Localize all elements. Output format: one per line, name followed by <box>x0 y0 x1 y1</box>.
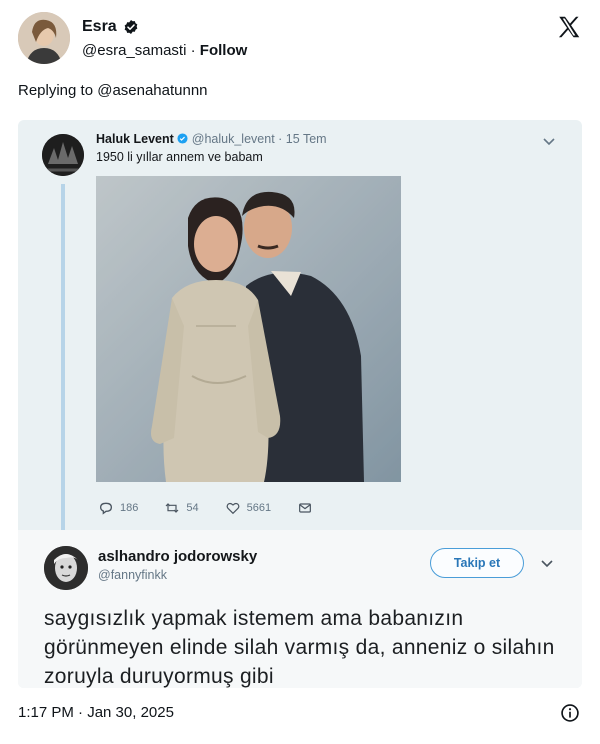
reply-author-handle: @fannyfinkk <box>98 568 167 582</box>
embedded-tweet-date: · 15 Tem <box>278 132 327 146</box>
reply-author-name: aslhandro jodorowsky <box>98 548 258 565</box>
message-action <box>297 500 313 516</box>
author-handle[interactable]: @esra_samasti <box>82 42 186 59</box>
reply-text: saygısızlık yapmak istemem ama babanızın… <box>44 607 555 688</box>
embedded-tweet-name: Haluk Levent <box>96 132 174 146</box>
embedded-screenshot: Haluk Levent @haluk_levent · 15 Tem 1950… <box>18 120 582 688</box>
author-handle-row: @esra_samasti · Follow <box>82 42 247 59</box>
embedded-tweet-actions: 186 54 5661 <box>98 500 339 516</box>
info-icon[interactable] <box>560 703 580 723</box>
embedded-tweet-handle: @haluk_levent <box>191 132 275 146</box>
chevron-down-icon <box>541 560 553 568</box>
follow-button[interactable]: Follow <box>200 42 248 59</box>
takip-et-button: Takip et <box>430 548 524 578</box>
embedded-tweet-text: 1950 li yıllar annem ve babam <box>96 150 263 164</box>
embedded-tweet-header: Haluk Levent @haluk_levent · 15 Tem <box>96 132 327 146</box>
post-timestamp[interactable]: 1:17 PM · Jan 30, 2025 <box>18 704 174 721</box>
replying-to-text: Replying to @asenahatunnn <box>18 82 208 99</box>
haluk-avatar <box>42 134 84 176</box>
retweet-count: 54 <box>186 502 199 514</box>
reply-icon <box>99 502 113 515</box>
heart-icon <box>226 502 240 515</box>
separator-dot: · <box>190 42 196 59</box>
embedded-verified-icon <box>177 133 188 144</box>
author-name-row: Esra <box>82 18 139 36</box>
envelope-icon <box>299 503 312 513</box>
like-count: 5661 <box>246 502 272 514</box>
like-action: 5661 <box>225 500 271 516</box>
embedded-reply-card: aslhandro jodorowsky @fannyfinkk Takip e… <box>18 530 582 688</box>
thread-line <box>61 184 65 534</box>
author-name[interactable]: Esra <box>82 18 117 36</box>
reply-count: 186 <box>120 502 139 514</box>
vintage-couple-photo <box>96 176 401 482</box>
retweet-icon <box>165 503 179 513</box>
reply-action: 186 <box>98 500 138 516</box>
retweet-action: 54 <box>164 500 199 516</box>
verified-badge-icon <box>124 20 138 34</box>
chevron-down-icon <box>543 138 555 146</box>
x-logo-icon[interactable] <box>556 14 582 40</box>
aslhandro-avatar <box>44 546 88 590</box>
author-avatar[interactable] <box>18 12 70 64</box>
